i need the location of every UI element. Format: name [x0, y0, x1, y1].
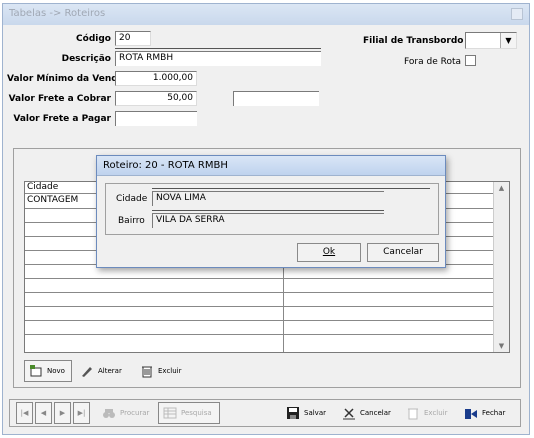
- next-record-button[interactable]: ▶: [54, 402, 71, 424]
- frete-cobrar-label: Valor Frete a Cobrar: [8, 94, 111, 104]
- dialog-cidade-label: Cidade: [116, 194, 148, 204]
- chevron-down-icon[interactable]: ▼: [500, 33, 516, 48]
- fechar-button[interactable]: Fechar: [460, 402, 518, 424]
- pesquisa-button[interactable]: Pesquisa: [158, 402, 220, 424]
- grid-search-icon: [163, 406, 177, 420]
- grid-cell-0[interactable]: CONTAGEM: [27, 195, 78, 205]
- last-record-icon: ▶|: [77, 409, 86, 417]
- alterar-button[interactable]: Alterar: [76, 360, 132, 382]
- navigation-toolbar: |◀ ◀ ▶ ▶| Procurar Pesquisa Salvar Cance…: [9, 399, 521, 427]
- next-record-icon: ▶: [59, 409, 66, 417]
- roteiro-dialog: Roteiro: 20 - ROTA RMBH Cidade NOVA LIMA…: [96, 155, 446, 268]
- dialog-cancelar-button[interactable]: Cancelar: [367, 243, 439, 262]
- trash-icon: [406, 406, 420, 420]
- previous-record-icon: ◀: [40, 409, 47, 417]
- novo-button[interactable]: Novo: [24, 360, 72, 382]
- table-row[interactable]: [25, 320, 495, 321]
- previous-record-button[interactable]: ◀: [35, 402, 52, 424]
- table-row[interactable]: [25, 334, 495, 335]
- grid-header-cidade: Cidade: [27, 182, 59, 192]
- dialog-fields-group: Cidade NOVA LIMA Bairro VILA DA SERRA: [105, 183, 439, 235]
- excluir-button[interactable]: Excluir: [402, 402, 456, 424]
- table-row[interactable]: [25, 292, 495, 293]
- dialog-top-line: [152, 188, 430, 189]
- valor-minimo-label: Valor Mínimo da Venda: [7, 74, 124, 84]
- first-record-button[interactable]: |◀: [16, 402, 33, 424]
- scroll-up-icon[interactable]: ▲: [497, 184, 506, 192]
- excluir-grid-button[interactable]: Excluir: [136, 360, 190, 382]
- table-row[interactable]: [25, 306, 495, 307]
- edit-icon: [80, 364, 94, 378]
- procurar-button[interactable]: Procurar: [98, 402, 156, 424]
- dialog-cidade-underline: [152, 210, 384, 211]
- dialog-bairro-field[interactable]: VILA DA SERRA: [152, 213, 384, 228]
- window-control-icon[interactable]: [511, 8, 523, 20]
- frete-pagar-label: Valor Frete a Pagar: [13, 114, 111, 124]
- salvar-button[interactable]: Salvar: [282, 402, 334, 424]
- codigo-label: Código: [76, 34, 111, 44]
- filial-transbordo-label: Filial de Transbordo: [363, 36, 464, 46]
- new-record-icon: [29, 364, 43, 378]
- frete-cobrar-extra-field[interactable]: [233, 91, 319, 106]
- dialog-bairro-label: Bairro: [118, 216, 145, 226]
- dialog-ok-button[interactable]: Ok: [297, 243, 361, 262]
- descricao-label: Descrição: [61, 54, 111, 64]
- last-record-button[interactable]: ▶|: [73, 402, 90, 424]
- dialog-title-bar: Roteiro: 20 - ROTA RMBH: [97, 156, 445, 176]
- first-record-icon: |◀: [20, 409, 29, 417]
- window-title: Tabelas -> Roteiros: [9, 8, 106, 19]
- descricao-top-line: [115, 48, 321, 49]
- frete-cobrar-field[interactable]: 50,00: [115, 91, 197, 106]
- exit-door-icon: [464, 406, 478, 420]
- cancel-icon: [342, 406, 356, 420]
- grid-scrollbar[interactable]: ▲ ▼: [493, 182, 509, 352]
- valor-minimo-field[interactable]: 1.000,00: [115, 71, 197, 86]
- binoculars-icon: [102, 406, 116, 420]
- frete-pagar-field[interactable]: [115, 111, 197, 126]
- save-icon: [286, 406, 300, 420]
- table-row[interactable]: [25, 278, 495, 279]
- title-bar: Tabelas -> Roteiros: [3, 4, 529, 25]
- codigo-field[interactable]: 20: [115, 31, 151, 46]
- fora-rota-label: Fora de Rota: [404, 57, 461, 67]
- dialog-cidade-field[interactable]: NOVA LIMA: [152, 191, 384, 206]
- dialog-title: Roteiro: 20 - ROTA RMBH: [103, 160, 228, 171]
- descricao-field[interactable]: ROTA RMBH: [115, 51, 321, 66]
- filial-transbordo-select[interactable]: ▼: [465, 32, 517, 49]
- fora-rota-checkbox[interactable]: [465, 55, 476, 66]
- scroll-down-icon[interactable]: ▼: [497, 342, 506, 350]
- cancelar-button[interactable]: Cancelar: [338, 402, 398, 424]
- trash-icon: [140, 364, 154, 378]
